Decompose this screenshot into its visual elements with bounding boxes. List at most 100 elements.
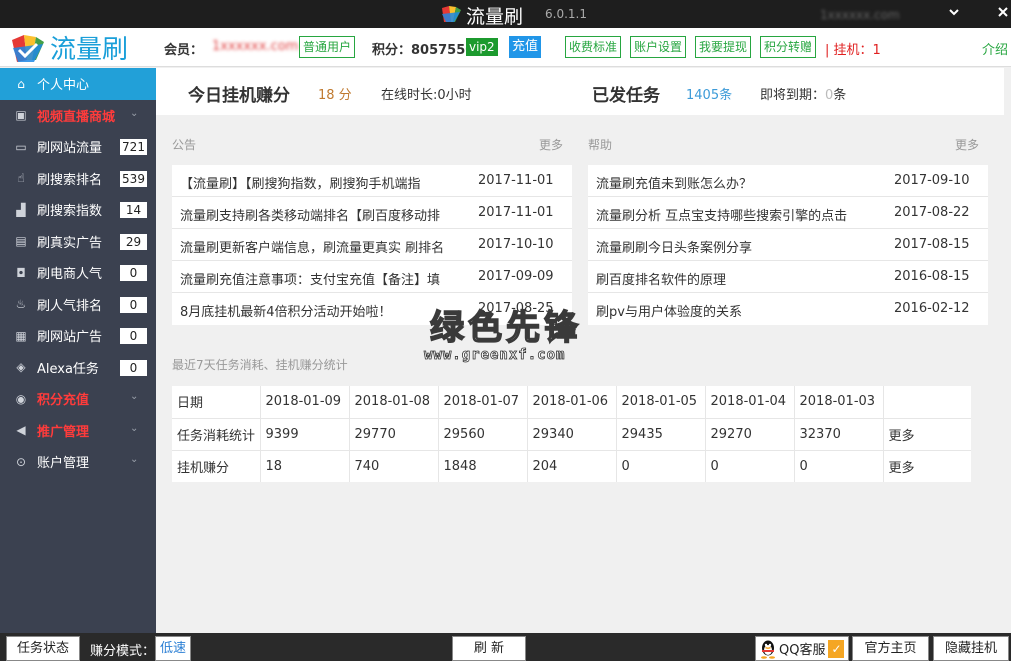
- brand-logo-icon: [12, 34, 44, 62]
- official-site-button[interactable]: 官方主页: [852, 636, 929, 661]
- announcements-more-link[interactable]: 更多: [539, 136, 563, 153]
- intro-link[interactable]: 介绍: [982, 39, 1008, 58]
- main-panel: 今日挂机赚分 18 分 在线时长:0小时 已发任务 1405条 即将到期：0条 …: [156, 68, 1004, 633]
- video-icon: ▣: [15, 108, 27, 123]
- sidebar-item-site-traffic[interactable]: ▭ 刷网站流量 721: [0, 131, 156, 163]
- megaphone-icon: ◀: [16, 423, 26, 438]
- transfer-points-button[interactable]: 积分转赠: [760, 36, 817, 58]
- list-item[interactable]: 流量刷分析 互点宝支持哪些搜索引擎的点击 2017-08-22: [588, 197, 988, 229]
- sidebar-item-account[interactable]: ⊙ 账户管理 ⌄: [0, 446, 156, 478]
- check-icon: ✓: [828, 639, 845, 658]
- brand-name: 流量刷: [50, 35, 129, 65]
- title-bar: 流量刷 6.0.1.1 1xxxxxx.com: [0, 0, 1011, 28]
- list-item[interactable]: 刷pv与用户体验度的关系 2016-02-12: [588, 293, 988, 325]
- count-badge: 0: [120, 265, 147, 281]
- version-label: 6.0.1.1: [545, 7, 587, 21]
- chevron-down-icon: ⌄: [130, 107, 139, 119]
- account-icon: ⊙: [15, 454, 27, 469]
- help-list: 流量刷充值未到账怎么办？ 2017-09-10 流量刷分析 互点宝支持哪些搜索引擎…: [588, 165, 988, 325]
- tasks-count: 1405条: [686, 88, 733, 103]
- list-item[interactable]: 流量刷更新客户端信息，刷流量更真实 刷排名 2017-10-10: [172, 229, 572, 261]
- account-settings-button[interactable]: 账户设置: [630, 36, 687, 58]
- pricing-button[interactable]: 收费标准: [565, 36, 622, 58]
- qq-penguin-icon: [761, 640, 775, 659]
- vip-badge: vip2: [466, 38, 498, 56]
- sidebar-item-promotion[interactable]: ◀ 推广管理 ⌄: [0, 415, 156, 447]
- table-row: 任务消耗统计 9399 29770 29560 29340 29435 2927…: [172, 418, 971, 451]
- laptop-icon: ▭: [15, 139, 27, 154]
- stats-table: 日期 2018-01-09 2018-01-08 2018-01-07 2018…: [172, 386, 971, 482]
- refresh-button[interactable]: 刷 新: [452, 636, 526, 661]
- count-badge: 0: [120, 328, 147, 344]
- stats-more-link[interactable]: 更多: [883, 418, 971, 451]
- sidebar-item-real-ads[interactable]: ▤ 刷真实广告 29: [0, 226, 156, 258]
- recharge-button[interactable]: 充值: [509, 36, 542, 58]
- sidebar-item-points-recharge[interactable]: ◉ 积分充值 ⌄: [0, 383, 156, 415]
- announcements-label: 公告: [172, 138, 197, 152]
- chevron-down-icon: ⌄: [130, 454, 139, 465]
- close-icon[interactable]: [992, 3, 1011, 25]
- window-title: 流量刷: [466, 6, 524, 28]
- home-icon: ⌂: [17, 76, 25, 91]
- sidebar-item-search-index[interactable]: ▟ 刷搜索指数 14: [0, 194, 156, 226]
- sidebar-item-video-live[interactable]: ▣ 视频直播商城 ⌄: [0, 100, 156, 132]
- help-label: 帮助: [588, 138, 613, 152]
- announcements-list: 【流量刷】【刷搜狗指数，刷搜狗手机端指 2017-11-01 流量刷支持刷各类移动…: [172, 165, 572, 325]
- shop-bag-icon: ◘: [16, 265, 26, 280]
- stats-label: 最近7天任务消耗、挂机赚分统计: [172, 358, 348, 372]
- count-badge: 14: [120, 202, 147, 218]
- ad-icon: ▤: [15, 234, 27, 249]
- scrollbar[interactable]: [1004, 68, 1011, 633]
- task-status-button[interactable]: 任务状态: [6, 636, 80, 661]
- count-badge: 539: [120, 170, 147, 187]
- mode-selector[interactable]: 低速: [155, 636, 192, 661]
- summary-card: 今日挂机赚分 18 分 在线时长:0小时 已发任务 1405条 即将到期：0条: [156, 68, 1004, 115]
- list-item[interactable]: 流量刷刷今日头条案例分享 2017-08-15: [588, 229, 988, 261]
- member-account: 1xxxxxx.com: [212, 39, 299, 54]
- shield-icon: ◈: [16, 360, 26, 375]
- sidebar-item-ecommerce[interactable]: ◘ 刷电商人气 0: [0, 257, 156, 289]
- member-label: 会员：: [164, 43, 204, 58]
- list-item[interactable]: 流量刷充值注意事项：支付宝充值【备注】填 2017-09-09: [172, 261, 572, 293]
- list-item[interactable]: 8月底挂机最新4倍积分活动开始啦！ 2017-08-25: [172, 293, 572, 325]
- count-badge: 0: [120, 296, 147, 313]
- today-points-value: 18 分: [318, 88, 352, 103]
- table-row: 挂机赚分 18 740 1848 204 0 0 0 更多: [172, 450, 971, 482]
- expiring-tasks: 即将到期：0条: [760, 88, 847, 103]
- mode-label: 赚分模式：: [90, 644, 156, 659]
- list-item[interactable]: 流量刷支持刷各类移动端排名【刷百度移动排 2017-11-01: [172, 197, 572, 229]
- count-badge: 29: [120, 233, 147, 250]
- sidebar-item-popularity-rank[interactable]: ♨ 刷人气排名 0: [0, 289, 156, 321]
- chevron-down-icon: ⌄: [130, 422, 139, 434]
- bottom-bar: 任务状态 赚分模式： 低速 刷 新 QQ客服 ✓ 官方主页 隐藏挂机: [0, 633, 1011, 661]
- brand: 流量刷: [10, 30, 128, 65]
- hang-status: | 挂机：1: [825, 43, 881, 58]
- bar-chart-icon: ▟: [16, 202, 26, 217]
- sidebar-item-search-rank[interactable]: ☝ 刷搜索排名 539: [0, 163, 156, 195]
- table-header-row: 日期 2018-01-09 2018-01-08 2018-01-07 2018…: [172, 386, 971, 419]
- tasks-title: 已发任务: [592, 86, 660, 106]
- stats-more-link[interactable]: 更多: [883, 450, 971, 482]
- sidebar: ⌂ 个人中心 ▣ 视频直播商城 ⌄ ▭ 刷网站流量 721 ☝ 刷搜索排名 53…: [0, 68, 156, 633]
- app-logo-icon: [442, 6, 461, 22]
- count-badge: 0: [120, 359, 147, 376]
- web-ad-icon: ▦: [15, 328, 27, 343]
- hide-hang-button[interactable]: 隐藏挂机: [933, 636, 1009, 661]
- points-icon: ◉: [15, 391, 27, 406]
- sidebar-item-site-ads[interactable]: ▦ 刷网站广告 0: [0, 320, 156, 352]
- withdraw-button[interactable]: 我要提现: [695, 36, 752, 58]
- help-more-link[interactable]: 更多: [955, 136, 979, 153]
- hand-icon: ☝: [17, 171, 25, 186]
- sidebar-item-personal-center[interactable]: ⌂ 个人中心: [0, 68, 156, 100]
- count-badge: 721: [120, 139, 147, 155]
- list-item[interactable]: 【流量刷】【刷搜狗指数，刷搜狗手机端指 2017-11-01: [172, 165, 572, 197]
- list-item[interactable]: 刷百度排名软件的原理 2016-08-15: [588, 261, 988, 293]
- online-time: 在线时长:0小时: [381, 88, 472, 103]
- member-type-button[interactable]: 普通用户: [299, 36, 356, 58]
- qq-service-button[interactable]: QQ客服 ✓: [755, 636, 849, 661]
- today-points-title: 今日挂机赚分: [188, 86, 290, 106]
- minimize-icon[interactable]: [943, 3, 965, 25]
- top-header: 流量刷 会员： 1xxxxxx.com 普通用户 积分：8057550 vip2…: [0, 28, 1011, 67]
- list-item[interactable]: 流量刷充值未到账怎么办？ 2017-09-10: [588, 165, 988, 197]
- sidebar-item-alexa[interactable]: ◈ Alexa任务 0: [0, 352, 156, 384]
